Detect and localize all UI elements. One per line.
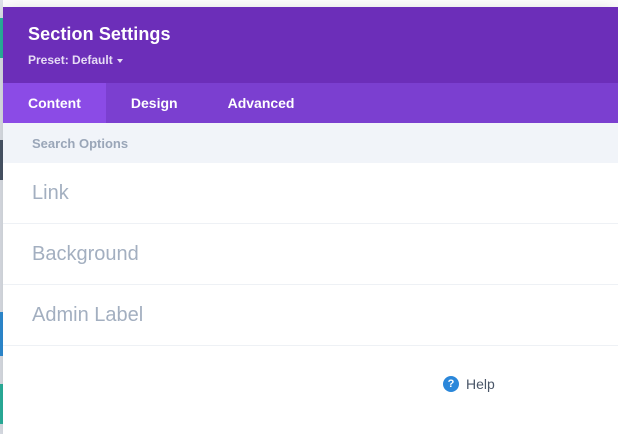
option-group-background[interactable]: Background — [3, 224, 618, 285]
preset-label: Preset: Default — [28, 53, 113, 67]
option-group-label: Admin Label — [32, 304, 144, 326]
tab-design[interactable]: Design — [106, 83, 203, 123]
option-group-link[interactable]: Link — [3, 163, 618, 224]
option-group-label: Link — [32, 182, 69, 204]
help-link[interactable]: ? Help — [443, 376, 495, 392]
question-circle-icon: ? — [443, 376, 459, 392]
preset-dropdown[interactable]: Preset: Default — [28, 53, 123, 67]
option-group-admin-label[interactable]: Admin Label — [3, 285, 618, 346]
tab-content[interactable]: Content — [3, 83, 106, 123]
modal-header: Section Settings Preset: Default — [3, 7, 618, 83]
search-bar — [3, 123, 618, 163]
caret-down-icon — [116, 58, 123, 63]
search-options-input[interactable] — [3, 123, 618, 163]
help-label: Help — [466, 376, 495, 392]
tab-bar: Content Design Advanced — [3, 83, 618, 123]
section-settings-modal: Section Settings Preset: Default Content… — [3, 7, 618, 434]
modal-title: Section Settings — [28, 24, 171, 44]
tab-advanced[interactable]: Advanced — [203, 83, 320, 123]
option-group-label: Background — [32, 243, 139, 265]
stage: Section Settings Preset: Default Content… — [0, 0, 618, 434]
